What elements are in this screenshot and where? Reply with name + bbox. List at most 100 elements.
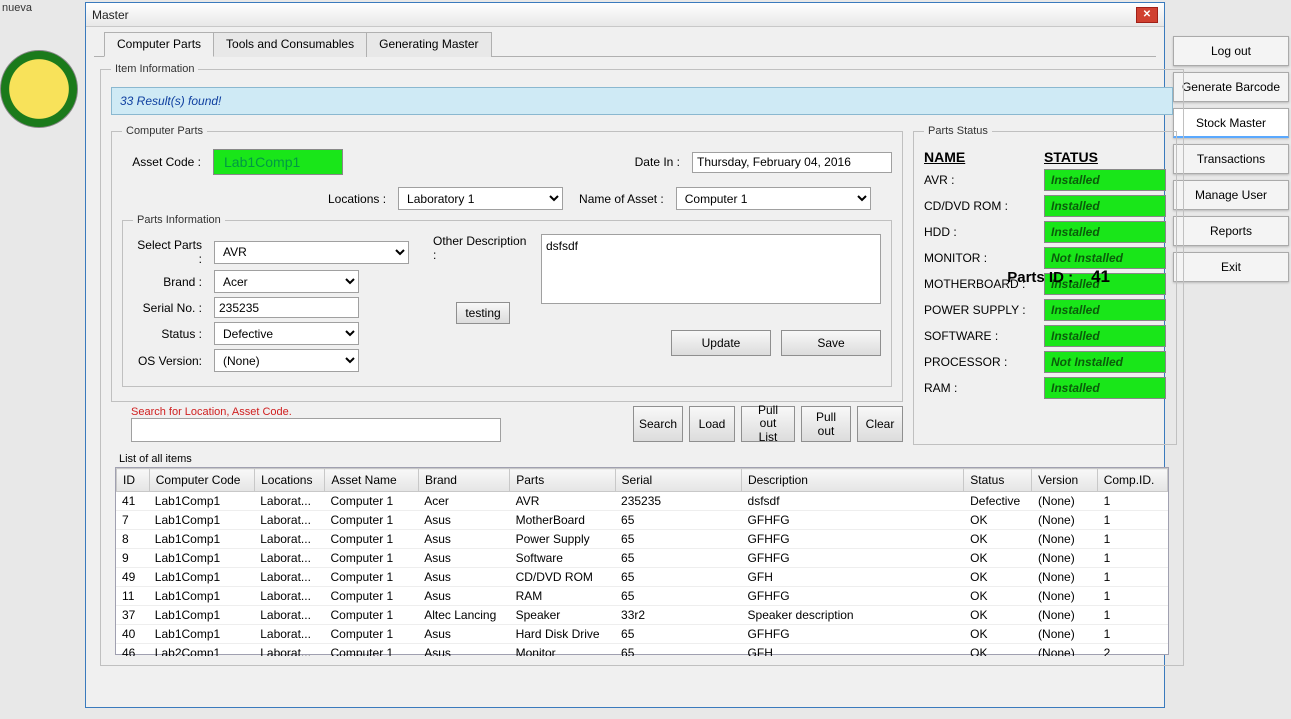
pullout-list-button[interactable]: Pull out List: [741, 406, 795, 442]
col-description[interactable]: Description: [741, 469, 963, 492]
bg-menu-transactions[interactable]: Transactions: [1173, 144, 1289, 174]
parts-id-value: 41: [1091, 267, 1110, 287]
master-dialog: Master ✕ Computer PartsTools and Consuma…: [85, 2, 1165, 708]
status-value: Installed: [1044, 377, 1166, 399]
select-parts-select[interactable]: AVR: [214, 241, 409, 264]
table-row[interactable]: 49Lab1Comp1Laborat...Computer 1AsusCD/DV…: [116, 568, 1168, 587]
status-name: POWER SUPPLY :: [924, 303, 1044, 317]
col-parts[interactable]: Parts: [510, 469, 615, 492]
col-version[interactable]: Version: [1032, 469, 1098, 492]
name-of-asset-select[interactable]: Computer 1: [676, 187, 871, 210]
bg-menu-reports[interactable]: Reports: [1173, 216, 1289, 246]
serial-label: Serial No. :: [133, 301, 208, 315]
col-locations[interactable]: Locations: [255, 469, 325, 492]
parts-status-legend: Parts Status: [924, 125, 992, 137]
col-comp-id-[interactable]: Comp.ID.: [1097, 469, 1167, 492]
brand-select[interactable]: Acer: [214, 270, 359, 293]
table-row[interactable]: 40Lab1Comp1Laborat...Computer 1AsusHard …: [116, 625, 1168, 644]
load-button[interactable]: Load: [689, 406, 735, 442]
search-input[interactable]: [131, 418, 501, 442]
titlebar: Master ✕: [86, 3, 1164, 27]
bg-menu-stock-master[interactable]: Stock Master: [1173, 108, 1289, 138]
locations-label: Locations :: [328, 192, 392, 206]
select-parts-label: Select Parts :: [133, 238, 208, 266]
table-row[interactable]: 11Lab1Comp1Laborat...Computer 1AsusRAM65…: [116, 587, 1168, 606]
search-button[interactable]: Search: [633, 406, 683, 442]
col-serial[interactable]: Serial: [615, 469, 741, 492]
table-row[interactable]: 46Lab2Comp1Laborat...Computer 1AsusMonit…: [116, 644, 1168, 657]
parts-status-status-header: STATUS: [1044, 149, 1098, 165]
status-row: RAM :Installed: [924, 377, 1166, 399]
items-grid[interactable]: IDComputer CodeLocationsAsset NameBrandP…: [115, 467, 1169, 655]
status-value: Installed: [1044, 325, 1166, 347]
list-of-all-items-label: List of all items: [119, 453, 1173, 465]
item-information-legend: Item Information: [111, 63, 198, 75]
status-select[interactable]: Defective: [214, 322, 359, 345]
status-label: Status :: [133, 327, 208, 341]
status-row: PROCESSOR :Not Installed: [924, 351, 1166, 373]
clear-button[interactable]: Clear: [857, 406, 903, 442]
status-value: Installed: [1044, 169, 1166, 191]
status-name: PROCESSOR :: [924, 355, 1044, 369]
result-bar: 33 Result(s) found!: [111, 87, 1173, 115]
tab-tools-and-consumables[interactable]: Tools and Consumables: [213, 32, 367, 57]
date-in-label: Date In :: [635, 155, 686, 169]
pullout-button[interactable]: Pull out: [801, 406, 851, 442]
status-name: SOFTWARE :: [924, 329, 1044, 343]
col-computer-code[interactable]: Computer Code: [149, 469, 254, 492]
col-id[interactable]: ID: [117, 469, 150, 492]
testing-button[interactable]: testing: [456, 302, 509, 324]
table-row[interactable]: 37Lab1Comp1Laborat...Computer 1Altec Lan…: [116, 606, 1168, 625]
os-version-label: OS Version:: [133, 354, 208, 368]
status-name: MONITOR :: [924, 251, 1044, 265]
asset-code-label: Asset Code :: [122, 155, 207, 169]
bg-menu-log-out[interactable]: Log out: [1173, 36, 1289, 66]
background-menu: Log out Generate Barcode Stock Master Trans…: [1171, 30, 1291, 288]
status-row: SOFTWARE :Installed: [924, 325, 1166, 347]
status-row: MONITOR :Not Installed: [924, 247, 1166, 269]
computer-parts-legend: Computer Parts: [122, 125, 207, 137]
serial-input[interactable]: [214, 297, 359, 318]
background-username: nueva: [2, 2, 32, 14]
search-hint: Search for Location, Asset Code.: [131, 406, 501, 418]
tab-row: Computer PartsTools and ConsumablesGener…: [94, 31, 1156, 57]
status-value: Installed: [1044, 299, 1166, 321]
table-row[interactable]: 8Lab1Comp1Laborat...Computer 1AsusPower …: [116, 530, 1168, 549]
parts-information-legend: Parts Information: [133, 214, 225, 226]
other-description-input[interactable]: dsfsdf: [541, 234, 881, 304]
table-row[interactable]: 9Lab1Comp1Laborat...Computer 1AsusSoftwa…: [116, 549, 1168, 568]
asset-code-value: Lab1Comp1: [213, 149, 343, 175]
locations-select[interactable]: Laboratory 1: [398, 187, 563, 210]
tab-generating-master[interactable]: Generating Master: [366, 32, 491, 57]
parts-information-fieldset: Parts Information Select Parts : AVR: [122, 214, 892, 387]
status-name: HDD :: [924, 225, 1044, 239]
tab-computer-parts[interactable]: Computer Parts: [104, 32, 214, 57]
date-in-input[interactable]: [692, 152, 892, 173]
col-brand[interactable]: Brand: [418, 469, 509, 492]
bg-menu-generate-barcode[interactable]: Generate Barcode: [1173, 72, 1289, 102]
status-name: CD/DVD ROM :: [924, 199, 1044, 213]
status-name: AVR :: [924, 173, 1044, 187]
name-of-asset-label: Name of Asset :: [579, 192, 670, 206]
save-button[interactable]: Save: [781, 330, 881, 356]
table-row[interactable]: 41Lab1Comp1Laborat...Computer 1AcerAVR23…: [116, 492, 1168, 511]
col-status[interactable]: Status: [964, 469, 1032, 492]
window-title: Master: [92, 8, 1136, 22]
close-button[interactable]: ✕: [1136, 7, 1158, 23]
status-value: Not Installed: [1044, 247, 1166, 269]
status-name: RAM :: [924, 381, 1044, 395]
other-description-label: Other Description :: [433, 234, 533, 262]
bg-menu-manage-user[interactable]: Manage User: [1173, 180, 1289, 210]
status-row: CD/DVD ROM :Installed: [924, 195, 1166, 217]
parts-status-name-header: NAME: [924, 149, 1044, 165]
table-row[interactable]: 7Lab1Comp1Laborat...Computer 1AsusMother…: [116, 511, 1168, 530]
update-button[interactable]: Update: [671, 330, 771, 356]
bg-menu-exit[interactable]: Exit: [1173, 252, 1289, 282]
item-information-fieldset: Item Information 33 Result(s) found! Com…: [100, 63, 1184, 666]
status-row: AVR :Installed: [924, 169, 1166, 191]
logo-icon: [0, 50, 78, 128]
os-version-select[interactable]: (None): [214, 349, 359, 372]
col-asset-name[interactable]: Asset Name: [325, 469, 419, 492]
status-value: Not Installed: [1044, 351, 1166, 373]
status-value: Installed: [1044, 221, 1166, 243]
